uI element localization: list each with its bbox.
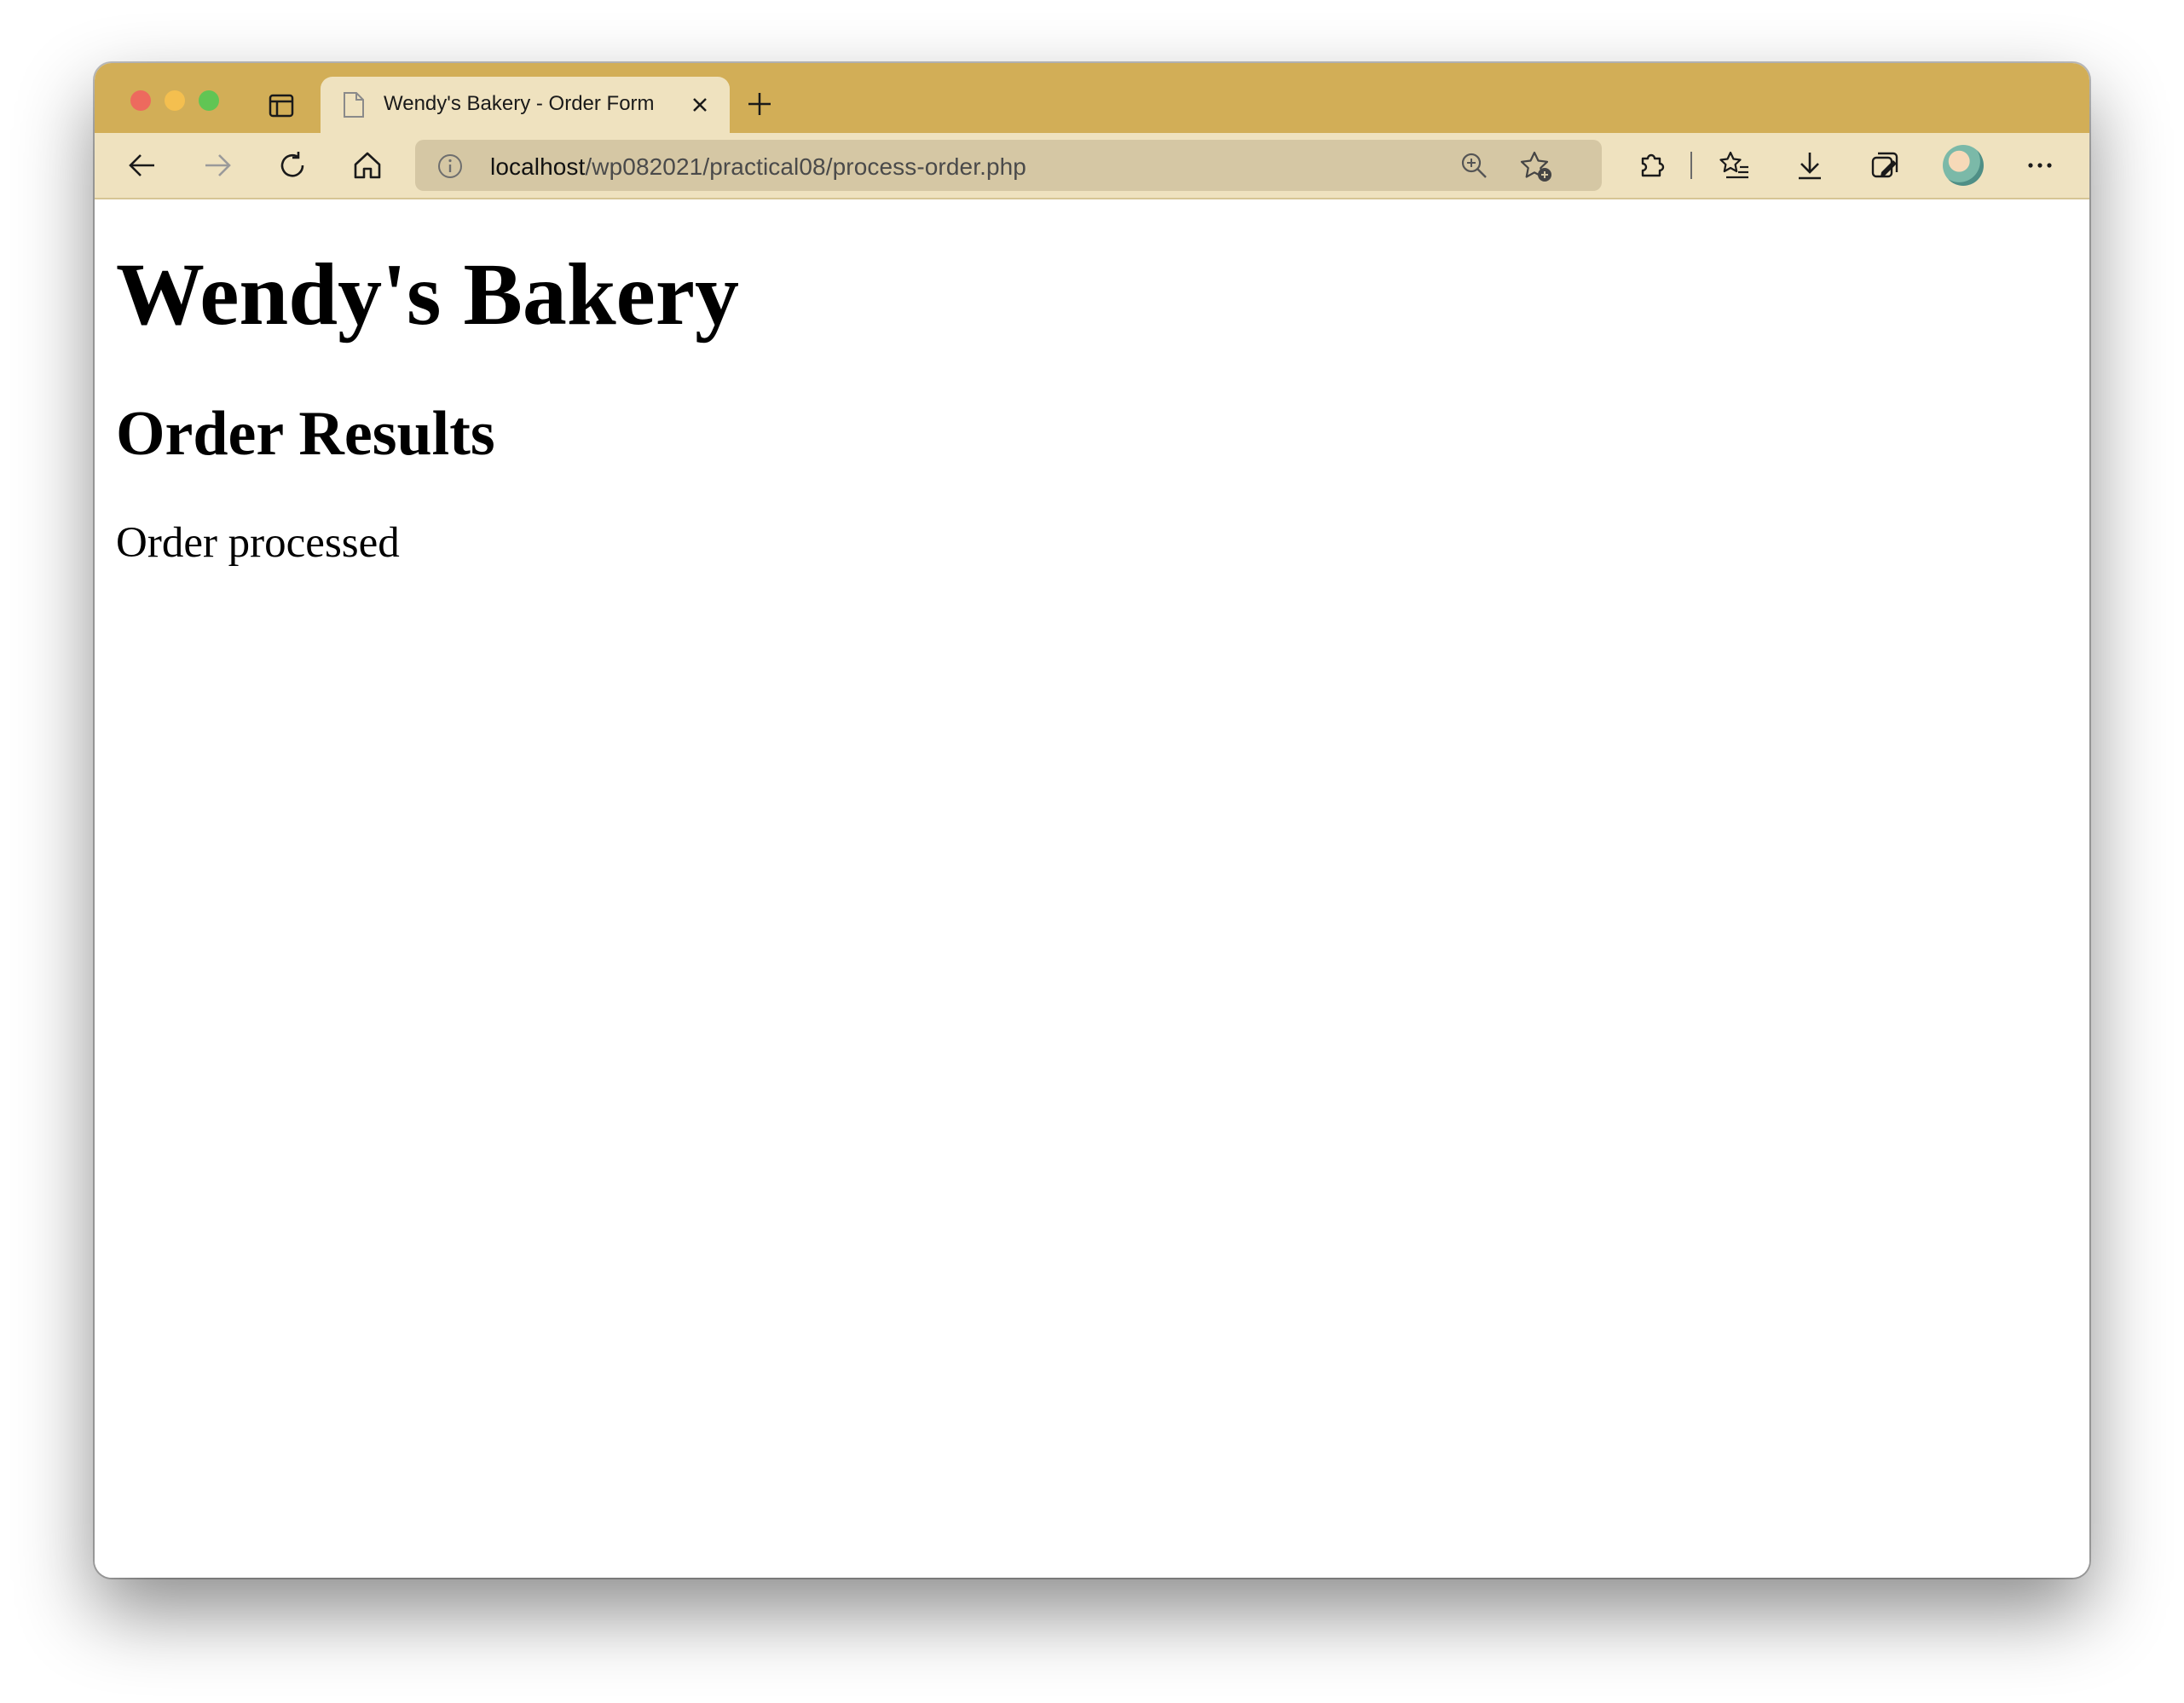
toolbar-divider bbox=[1690, 152, 1692, 179]
home-icon[interactable] bbox=[352, 150, 383, 181]
url-path: /wp082021/practical08/process-order.php bbox=[585, 153, 1026, 180]
favorites-icon[interactable] bbox=[1719, 150, 1750, 181]
address-bar[interactable]: localhost/wp082021/practical08/process-o… bbox=[415, 140, 1602, 191]
navigation-toolbar: localhost/wp082021/practical08/process-o… bbox=[95, 133, 2089, 199]
back-icon[interactable] bbox=[127, 150, 158, 181]
avatar[interactable] bbox=[1943, 145, 1984, 186]
page-content: Wendy's Bakery Order Results Order proce… bbox=[95, 199, 2089, 1578]
url-host: localhost bbox=[490, 153, 586, 180]
zoom-icon[interactable] bbox=[1460, 152, 1488, 179]
page-title: Wendy's Bakery bbox=[116, 245, 739, 343]
document-icon bbox=[343, 91, 365, 118]
info-icon[interactable] bbox=[437, 153, 463, 179]
url-text[interactable]: localhost/wp082021/practical08/process-o… bbox=[490, 153, 1026, 181]
add-favorite-icon[interactable] bbox=[1520, 150, 1552, 182]
close-tab-icon[interactable] bbox=[690, 95, 709, 114]
window-minimize-button[interactable] bbox=[165, 90, 185, 111]
browser-window: Wendy's Bakery - Order Form localhost/wp… bbox=[95, 63, 2089, 1578]
section-heading: Order Results bbox=[116, 399, 495, 469]
new-tab-icon[interactable] bbox=[746, 90, 773, 118]
more-icon[interactable] bbox=[2025, 150, 2055, 181]
window-close-button[interactable] bbox=[130, 90, 151, 111]
reload-icon[interactable] bbox=[277, 150, 308, 181]
tab-actions-icon[interactable] bbox=[269, 94, 294, 118]
window-maximize-button[interactable] bbox=[199, 90, 219, 111]
downloads-icon[interactable] bbox=[1794, 150, 1825, 181]
forward-icon[interactable] bbox=[202, 150, 233, 181]
extensions-icon[interactable] bbox=[1636, 150, 1667, 181]
tab-title: Wendy's Bakery - Order Form bbox=[384, 92, 655, 115]
order-status-text: Order processed bbox=[116, 519, 400, 567]
tab-strip: Wendy's Bakery - Order Form bbox=[95, 63, 2089, 133]
collections-icon[interactable] bbox=[1869, 150, 1900, 181]
tab-active[interactable]: Wendy's Bakery - Order Form bbox=[321, 77, 730, 133]
